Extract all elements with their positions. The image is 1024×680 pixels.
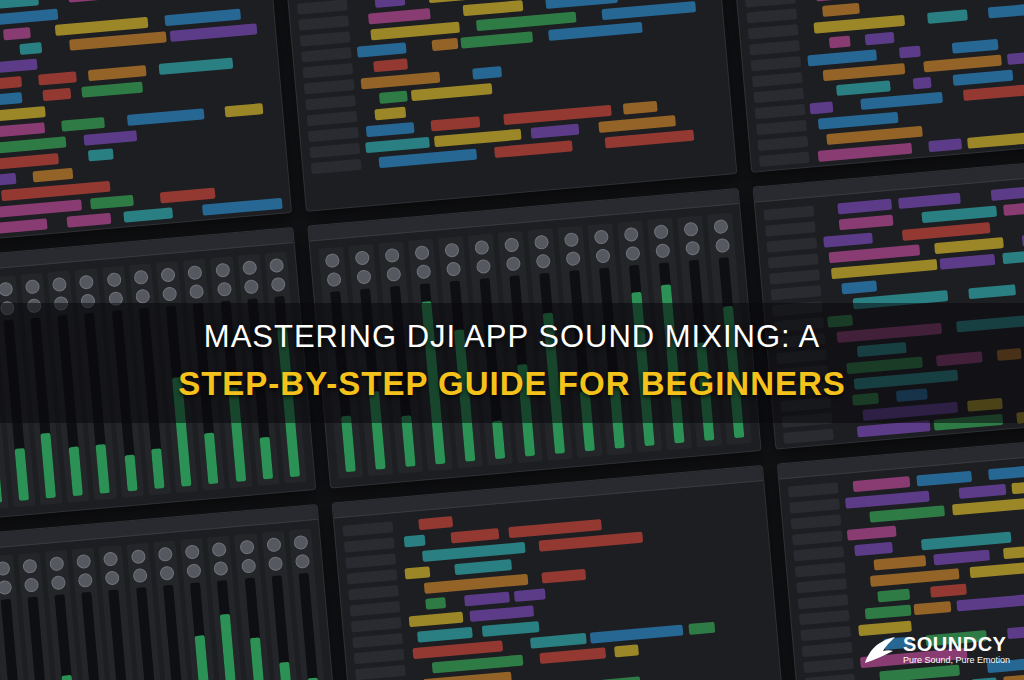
- title-band: MASTERING DJI APP SOUND MIXING: A STEP-BY…: [0, 303, 1024, 423]
- brand-name: SOUNDCY: [903, 633, 1010, 655]
- logo-text: SOUNDCYPure Sound, Pure Emotion: [903, 633, 1010, 666]
- title-line: STEP-BY-STEP GUIDE FOR BEGINNERS: [178, 365, 846, 403]
- wing-icon: [863, 635, 897, 665]
- title-line: MASTERING DJI APP SOUND MIXING: A: [204, 319, 820, 355]
- title-overlay: MASTERING DJI APP SOUND MIXING: A STEP-BY…: [0, 0, 1024, 680]
- brand-logo: SOUNDCYPure Sound, Pure Emotion: [863, 633, 1010, 666]
- brand-tagline: Pure Sound, Pure Emotion: [903, 655, 1010, 666]
